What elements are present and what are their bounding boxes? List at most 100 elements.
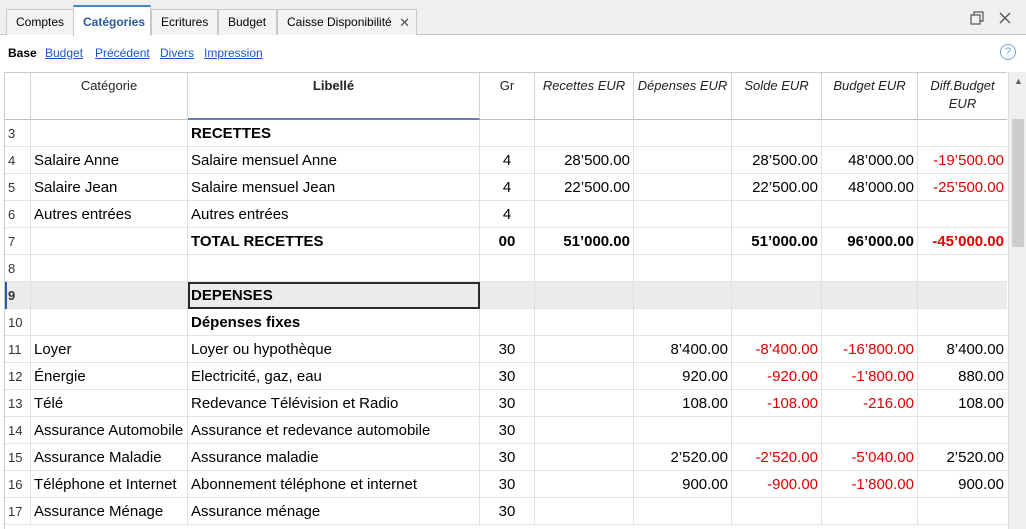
cell-solde[interactable]: 22’500.00	[732, 174, 822, 201]
cell-libelle[interactable]: Assurance maladie	[188, 444, 480, 471]
row-number[interactable]: 7	[5, 228, 31, 255]
cell-gr[interactable]	[480, 309, 535, 336]
table-row[interactable]: 4 Salaire Anne Salaire mensuel Anne 4 28’500…	[5, 147, 1007, 174]
table-row[interactable]: 16 Téléphone et Internet Abonnement téléph…	[5, 471, 1007, 498]
cell-libelle[interactable]: Assurance et redevance automobile	[188, 417, 480, 444]
tab-categories[interactable]: Catégories	[73, 5, 151, 36]
cell-gr[interactable]: 30	[480, 390, 535, 417]
cell-categorie[interactable]: Énergie	[31, 363, 188, 390]
view-base[interactable]: Base	[8, 46, 37, 60]
cell-recettes[interactable]	[535, 417, 634, 444]
cell-solde[interactable]	[732, 417, 822, 444]
cell-solde[interactable]: -2’520.00	[732, 444, 822, 471]
view-divers-link[interactable]: Divers	[160, 46, 194, 60]
table-row[interactable]: 12 Énergie Electricité, gaz, eau 30 920.00 -9…	[5, 363, 1007, 390]
row-number[interactable]: 12	[5, 363, 31, 390]
cell-recettes[interactable]: 51’000.00	[535, 228, 634, 255]
cell-diff-budget[interactable]: 8’400.00	[918, 336, 1007, 363]
cell-solde[interactable]	[732, 255, 822, 282]
cell-gr[interactable]: 30	[480, 336, 535, 363]
row-number[interactable]: 17	[5, 498, 31, 525]
cell-depenses[interactable]: 108.00	[634, 390, 732, 417]
cell-categorie[interactable]: Salaire Jean	[31, 174, 188, 201]
cell-diff-budget[interactable]	[918, 255, 1007, 282]
cell-categorie[interactable]	[31, 309, 188, 336]
cell-categorie[interactable]: Télé	[31, 390, 188, 417]
scroll-up-icon[interactable]: ▲	[1014, 76, 1023, 86]
cell-budget[interactable]	[822, 120, 918, 147]
cell-recettes[interactable]	[535, 282, 634, 309]
row-number[interactable]: 4	[5, 147, 31, 174]
cell-budget[interactable]: 48’000.00	[822, 174, 918, 201]
cell-depenses[interactable]: 920.00	[634, 363, 732, 390]
cell-categorie[interactable]	[31, 228, 188, 255]
cell-solde[interactable]	[732, 201, 822, 228]
cell-solde[interactable]	[732, 309, 822, 336]
cell-budget[interactable]	[822, 309, 918, 336]
header-budget[interactable]: Budget EUR	[822, 73, 918, 120]
cell-diff-budget[interactable]	[918, 498, 1007, 525]
cell-recettes[interactable]	[535, 255, 634, 282]
view-precedent-link[interactable]: Précédent	[95, 46, 150, 60]
row-number[interactable]: 9	[5, 282, 31, 309]
cell-libelle[interactable]: DEPENSES	[188, 282, 480, 309]
cell-budget[interactable]: -1’800.00	[822, 363, 918, 390]
table-row[interactable]: 3 RECETTES	[5, 120, 1007, 147]
cell-solde[interactable]: -920.00	[732, 363, 822, 390]
header-solde[interactable]: Solde EUR	[732, 73, 822, 120]
cell-solde[interactable]: -8’400.00	[732, 336, 822, 363]
row-number[interactable]: 6	[5, 201, 31, 228]
cell-categorie[interactable]	[31, 120, 188, 147]
cell-budget[interactable]	[822, 417, 918, 444]
cell-libelle[interactable]: Electricité, gaz, eau	[188, 363, 480, 390]
cell-categorie[interactable]: Loyer	[31, 336, 188, 363]
cell-recettes[interactable]	[535, 201, 634, 228]
cell-diff-budget[interactable]	[918, 201, 1007, 228]
table-row[interactable]: 17 Assurance Ménage Assurance ménage 30	[5, 498, 1007, 525]
cell-depenses[interactable]	[634, 417, 732, 444]
cell-categorie[interactable]: Autres entrées	[31, 201, 188, 228]
cell-solde[interactable]: -900.00	[732, 471, 822, 498]
cell-categorie[interactable]: Assurance Ménage	[31, 498, 188, 525]
cell-libelle[interactable]: Salaire mensuel Anne	[188, 147, 480, 174]
cell-libelle[interactable]: Loyer ou hypothèque	[188, 336, 480, 363]
cell-diff-budget[interactable]: 880.00	[918, 363, 1007, 390]
cell-categorie[interactable]	[31, 255, 188, 282]
row-number[interactable]: 15	[5, 444, 31, 471]
cell-diff-budget[interactable]: 900.00	[918, 471, 1007, 498]
cell-recettes[interactable]: 22’500.00	[535, 174, 634, 201]
cell-recettes[interactable]	[535, 471, 634, 498]
cell-libelle[interactable]: TOTAL RECETTES	[188, 228, 480, 255]
tab-caisse-disponibilite[interactable]: Caisse Disponibilité ✕	[277, 9, 417, 35]
cell-recettes[interactable]	[535, 390, 634, 417]
table-row[interactable]: 14 Assurance Automobile Assurance et redev…	[5, 417, 1007, 444]
cell-solde[interactable]	[732, 120, 822, 147]
tab-comptes[interactable]: Comptes	[6, 9, 74, 35]
cell-gr[interactable]: 30	[480, 471, 535, 498]
cell-libelle[interactable]: Redevance Télévision et Radio	[188, 390, 480, 417]
vertical-scrollbar[interactable]: ▲	[1008, 72, 1026, 529]
cell-gr[interactable]	[480, 282, 535, 309]
cell-budget[interactable]	[822, 255, 918, 282]
cell-depenses[interactable]: 2’520.00	[634, 444, 732, 471]
cell-recettes[interactable]	[535, 309, 634, 336]
cell-gr[interactable]: 4	[480, 201, 535, 228]
header-categorie[interactable]: Catégorie	[31, 73, 188, 120]
cell-gr[interactable]: 4	[480, 174, 535, 201]
cell-solde[interactable]: 51’000.00	[732, 228, 822, 255]
cell-libelle[interactable]: RECETTES	[188, 120, 480, 147]
cell-solde[interactable]	[732, 282, 822, 309]
cell-budget[interactable]: -1’800.00	[822, 471, 918, 498]
cell-libelle[interactable]: Dépenses fixes	[188, 309, 480, 336]
cell-categorie[interactable]: Salaire Anne	[31, 147, 188, 174]
tab-ecritures[interactable]: Ecritures	[151, 9, 218, 35]
cell-recettes[interactable]	[535, 498, 634, 525]
cell-recettes[interactable]	[535, 444, 634, 471]
cell-libelle[interactable]: Salaire mensuel Jean	[188, 174, 480, 201]
cell-categorie[interactable]	[31, 282, 188, 309]
cell-libelle[interactable]: Assurance ménage	[188, 498, 480, 525]
row-number[interactable]: 13	[5, 390, 31, 417]
view-budget-link[interactable]: Budget	[45, 46, 83, 60]
cell-categorie[interactable]: Assurance Maladie	[31, 444, 188, 471]
cell-gr[interactable]: 30	[480, 498, 535, 525]
